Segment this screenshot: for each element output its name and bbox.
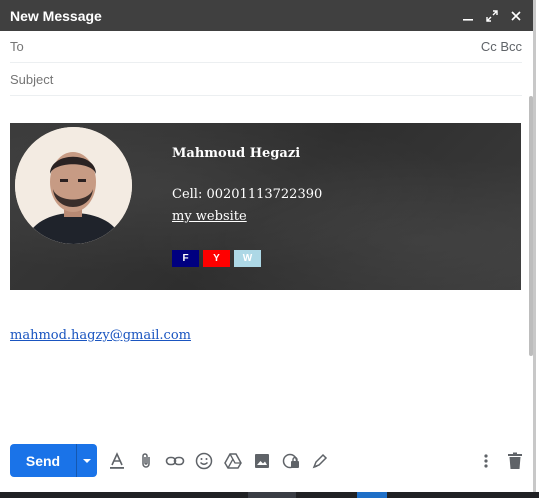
subject-input[interactable]: [10, 72, 522, 87]
compose-window: New Message Cc Bcc: [0, 0, 536, 492]
trash-icon[interactable]: [505, 451, 525, 471]
send-options-button[interactable]: [76, 444, 97, 477]
confidential-icon[interactable]: [281, 451, 301, 471]
to-input[interactable]: [10, 39, 481, 54]
subject-field[interactable]: [10, 64, 522, 96]
minimize-icon[interactable]: [461, 9, 475, 23]
drive-icon[interactable]: [223, 451, 243, 471]
to-field[interactable]: Cc Bcc: [10, 31, 522, 63]
taskbar-segment: [248, 492, 296, 498]
emoji-icon[interactable]: [194, 451, 214, 471]
photo-icon[interactable]: [252, 451, 272, 471]
window-title: New Message: [10, 7, 102, 24]
facebook-button[interactable]: F: [172, 250, 199, 267]
cc-bcc-link[interactable]: Cc Bcc: [481, 39, 522, 54]
email-address-link[interactable]: mahmod.hagzy@gmail.com: [10, 328, 191, 343]
email-signature-banner: Mahmoud Hegazi Cell: 00201113722390 my w…: [10, 123, 521, 290]
signature-website-link[interactable]: my website: [172, 209, 247, 224]
more-vert-icon[interactable]: [476, 451, 496, 471]
taskbar-strip: [0, 492, 539, 498]
youtube-button[interactable]: Y: [203, 250, 230, 267]
signature-icon[interactable]: [310, 451, 330, 471]
attach-icon[interactable]: [136, 451, 156, 471]
send-button[interactable]: Send: [10, 444, 76, 477]
chevron-down-icon: [83, 458, 91, 463]
avatar: [15, 127, 132, 244]
link-icon[interactable]: [165, 451, 185, 471]
full-screen-icon[interactable]: [485, 9, 499, 23]
format-text-icon[interactable]: [107, 451, 127, 471]
scrollbar-thumb[interactable]: [529, 96, 533, 356]
website-button[interactable]: W: [234, 250, 261, 267]
signature-cell: Cell: 00201113722390: [172, 187, 323, 202]
close-icon[interactable]: [509, 9, 523, 23]
compose-titlebar[interactable]: New Message: [0, 0, 533, 31]
signature-name: Mahmoud Hegazi: [172, 146, 301, 161]
compose-toolbar: Send: [10, 444, 525, 477]
taskbar-segment: [357, 492, 387, 498]
